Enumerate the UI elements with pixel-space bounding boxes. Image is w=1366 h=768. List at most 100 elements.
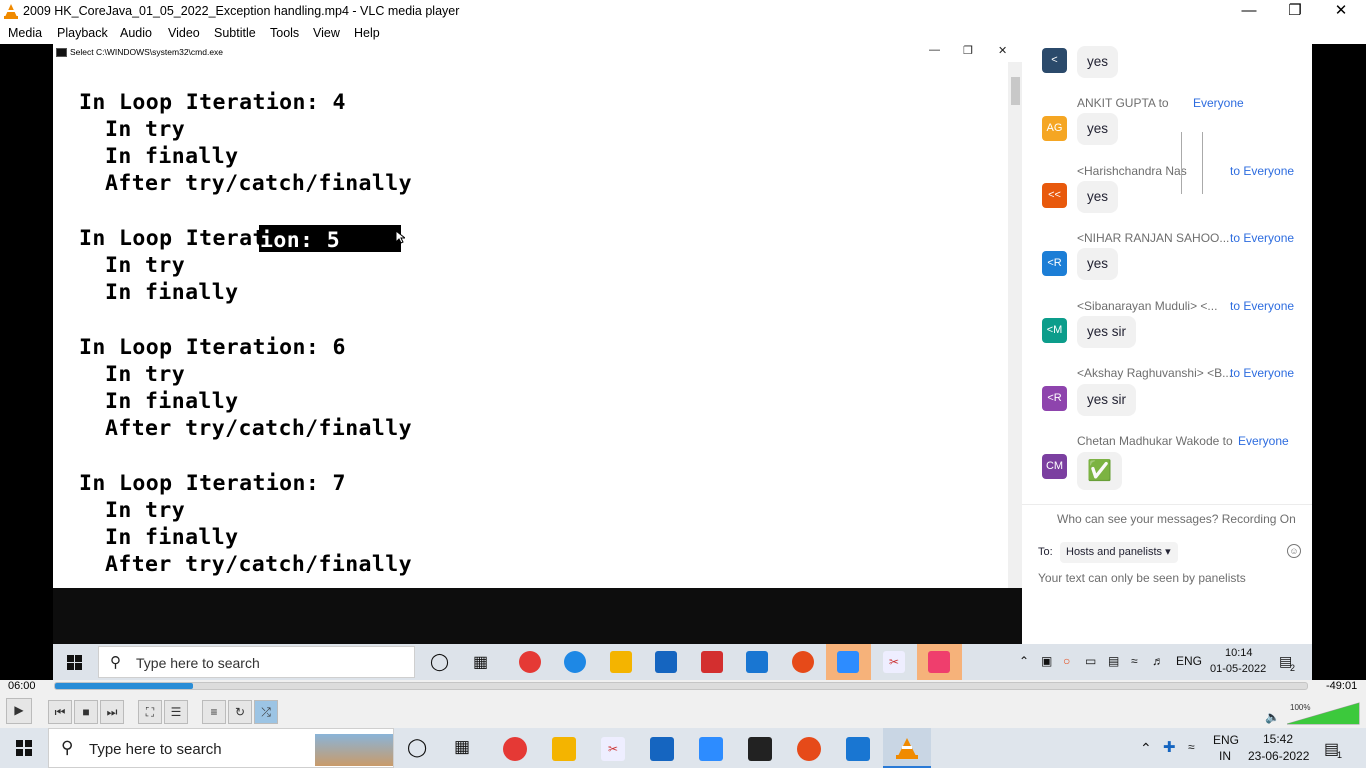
tray-chevron-up-icon[interactable]: ⌃ (1140, 740, 1152, 757)
vlc-title-bar: 2009 HK_CoreJava_01_05_2022_Exception ha… (0, 0, 1366, 23)
task-view-icon[interactable]: ▦ (454, 737, 470, 757)
search-icon: ⚲ (61, 738, 74, 757)
video-black-band (53, 588, 1022, 644)
tray-battery-icon: ▭ (1085, 654, 1097, 668)
console-line: In Loop Iterat (79, 226, 266, 251)
fullscreen-button[interactable]: ⛶ (138, 700, 162, 724)
restore-button[interactable]: ❐ (1272, 0, 1318, 23)
app-icon (928, 651, 950, 673)
avatar: AG (1042, 116, 1067, 141)
who-can-see-link[interactable]: Who can see your messages? Recording On (1057, 512, 1296, 526)
vlc-cone-icon (4, 4, 18, 19)
search-highlight-image (315, 734, 393, 766)
console-line: In try (105, 498, 186, 523)
menu-help[interactable]: Help (354, 26, 380, 40)
chat-input[interactable]: Your text can only be seen by panelists (1038, 571, 1246, 585)
menu-view[interactable]: View (313, 26, 340, 40)
chat-recipient: Everyone (1238, 434, 1289, 448)
tray-time[interactable]: 15:42 (1263, 732, 1293, 746)
close-button[interactable]: ✕ (1318, 0, 1364, 23)
mail-icon (746, 651, 768, 673)
chrome-icon (519, 651, 541, 673)
notification-count: 1 (1337, 750, 1343, 760)
remaining-time[interactable]: -49:01 (1326, 680, 1357, 692)
zoom-icon[interactable] (699, 737, 723, 761)
stop-button[interactable]: ■ (74, 700, 98, 724)
snipping-tool-icon: ✂ (883, 651, 905, 673)
notification-count: 2 (1290, 663, 1296, 673)
cmd-window: Select C:\WINDOWS\system32\cmd.exe — ❐ ✕… (53, 44, 1022, 588)
loop-button[interactable]: ↻ (228, 700, 252, 724)
window-title: 2009 HK_CoreJava_01_05_2022_Exception ha… (23, 4, 460, 18)
tray-add-icon[interactable]: ✚ (1163, 738, 1176, 756)
extended-settings-button[interactable]: ☰ (164, 700, 188, 724)
tray-time: 10:14 (1225, 647, 1253, 659)
menu-audio[interactable]: Audio (120, 26, 152, 40)
sticky-notes-icon[interactable] (748, 737, 772, 761)
menu-playback[interactable]: Playback (57, 26, 108, 40)
record-icon[interactable] (797, 737, 821, 761)
speaker-icon[interactable]: 🔈 (1265, 710, 1280, 724)
seek-bar-fill (55, 683, 193, 689)
next-button[interactable]: ⏭ (100, 700, 124, 724)
windows-start-icon[interactable] (16, 740, 32, 756)
file-explorer-icon (610, 651, 632, 673)
play-button[interactable]: ▶ (6, 698, 32, 724)
gift-icon (701, 651, 723, 673)
emoji-icon[interactable]: ☺ (1287, 544, 1301, 558)
task-view-icon: ▦ (473, 654, 489, 671)
playlist-button[interactable]: ≡ (202, 700, 226, 724)
file-explorer-icon[interactable] (552, 737, 576, 761)
chat-message: yes (1077, 248, 1119, 280)
minimize-button[interactable]: — (1226, 0, 1272, 23)
tray-region[interactable]: IN (1219, 749, 1231, 763)
tray-network-icon: ▤ (1108, 654, 1120, 668)
cmd-title-bar: Select C:\WINDOWS\system32\cmd.exe — ❐ ✕ (53, 44, 1022, 62)
chat-message: yes (1077, 181, 1119, 213)
chat-message: yes (1077, 113, 1119, 145)
vlc-controls: 06:00 -49:01 ▶ ⏮ ■ ⏭ ⛶ ☰ ≡ ↻ ⤮ 🔈 100% (0, 680, 1366, 728)
store-icon[interactable] (650, 737, 674, 761)
cmd-minimize-icon: — (929, 44, 940, 56)
recorded-taskbar: ⚲ Type here to search ◯ ▦ ✂ ⌃ ▣ ○ ▭ ▤ ≈ … (53, 644, 1312, 680)
avatar: <R (1042, 251, 1067, 276)
search-placeholder: Type here to search (89, 741, 222, 758)
tray-date[interactable]: 23-06-2022 (1248, 749, 1309, 763)
volume-slider[interactable] (1287, 702, 1361, 726)
taskbar-search-box[interactable]: ⚲ Type here to search (48, 728, 394, 768)
chat-panel: < yes ANKIT GUPTA to Everyone AG yes <Ha… (1022, 44, 1312, 644)
avatar: <R (1042, 386, 1067, 411)
menu-media[interactable]: Media (8, 26, 42, 40)
tray-wifi-icon[interactable]: ≈ (1188, 740, 1195, 754)
avatar: <M (1042, 318, 1067, 343)
selected-text: ion: 5 (260, 228, 341, 253)
shuffle-button[interactable]: ⤮ (254, 700, 278, 724)
menu-tools[interactable]: Tools (270, 26, 299, 40)
recipient-dropdown[interactable]: Hosts and panelists ▾ (1060, 542, 1178, 563)
menu-subtitle[interactable]: Subtitle (214, 26, 256, 40)
seek-bar[interactable] (54, 682, 1308, 690)
store-icon (655, 651, 677, 673)
vlc-cone-icon (896, 738, 918, 759)
chevron-down-icon: ▾ (1165, 546, 1171, 558)
tray-date: 01-05-2022 (1210, 663, 1267, 675)
menu-video[interactable]: Video (168, 26, 200, 40)
tray-record-icon: ○ (1063, 654, 1071, 668)
console-line: In Loop Iteration: 6 (79, 335, 346, 360)
cortana-icon: ◯ (430, 652, 450, 671)
console-line: In finally (105, 525, 239, 550)
avatar: < (1042, 48, 1067, 73)
console-line: In finally (105, 280, 239, 305)
previous-button[interactable]: ⏮ (48, 700, 72, 724)
chrome-icon[interactable] (503, 737, 527, 761)
tray-language[interactable]: ENG (1213, 733, 1239, 747)
chat-sender: <Harishchandra Nas (1077, 164, 1187, 178)
console-line: After try/catch/finally (105, 171, 412, 196)
photos-icon[interactable] (846, 737, 870, 761)
cortana-icon[interactable]: ◯ (407, 737, 427, 758)
snipping-tool-icon[interactable]: ✂ (601, 737, 625, 761)
chat-recipient: Everyone (1193, 96, 1244, 110)
divider (1181, 132, 1182, 194)
console-line: In try (105, 362, 186, 387)
chat-message: yes sir (1077, 384, 1137, 416)
